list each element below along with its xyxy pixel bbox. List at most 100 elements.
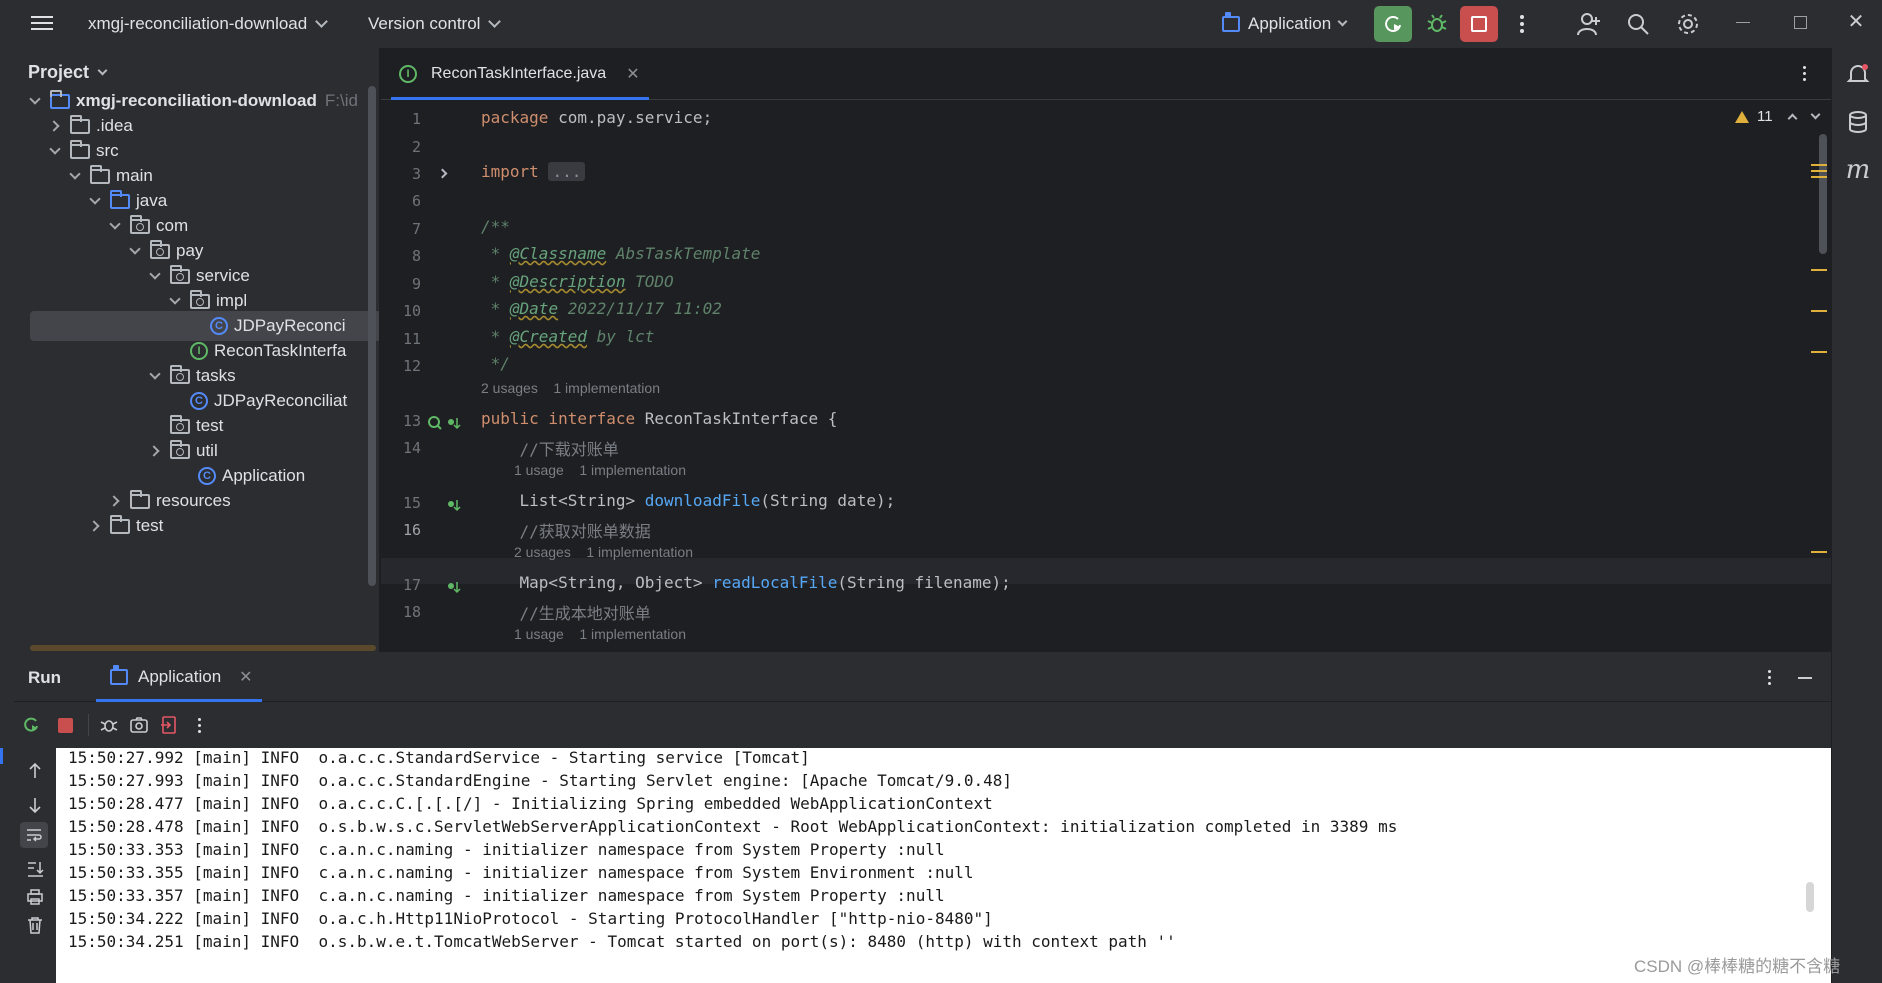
scroll-up-button[interactable] (24, 760, 46, 782)
project-scrollbar[interactable] (368, 86, 376, 586)
stop-button[interactable] (54, 714, 76, 736)
tab-label: ReconTaskInterface.java (431, 65, 607, 82)
window-maximize-button[interactable] (1794, 16, 1807, 29)
scroll-down-button[interactable] (24, 794, 46, 816)
project-horizontal-scrollbar[interactable] (30, 645, 376, 651)
tree-label: test (136, 516, 164, 535)
main-menu-icon[interactable] (28, 12, 56, 36)
expand-arrow-icon[interactable] (147, 444, 162, 458)
soft-wrap-toggle[interactable] (20, 822, 48, 848)
folded-imports[interactable]: ... (548, 162, 586, 181)
tab-recontaskinterface[interactable]: I ReconTaskInterface.java ✕ (381, 48, 649, 100)
more-run-actions-button[interactable] (188, 714, 210, 736)
javadoc-tag: @Date (509, 299, 559, 318)
expand-arrow-icon[interactable] (108, 217, 122, 233)
maven-button[interactable]: m (1844, 155, 1872, 185)
warning-stripe-marker[interactable] (1811, 351, 1827, 353)
code-line-17: Map<String, Object> readLocalFile(String… (481, 573, 1011, 592)
rerun-button[interactable] (1374, 6, 1412, 42)
hide-panel-button[interactable] (1798, 677, 1812, 679)
keyword: import (481, 162, 539, 181)
usages-hint[interactable]: 2 usages 1 implementation (514, 544, 693, 560)
usages-hint[interactable]: 1 usage 1 implementation (514, 626, 686, 642)
window-close-button[interactable]: ✕ (1846, 12, 1866, 32)
console-output[interactable]: 15:50:27.992 [main] INFO o.a.c.c.Standar… (56, 748, 1831, 983)
expand-arrow-icon[interactable] (48, 142, 62, 158)
line-number: 3 (411, 165, 421, 183)
close-tab-icon[interactable]: ✕ (239, 667, 252, 687)
expand-arrow-icon[interactable] (87, 519, 102, 533)
previous-highlight-icon[interactable] (1787, 113, 1798, 124)
rerun-button[interactable] (20, 714, 42, 736)
tab-application-run[interactable]: Application ✕ (96, 652, 262, 702)
more-actions-button[interactable] (1510, 10, 1534, 38)
next-highlight-icon[interactable] (1810, 109, 1821, 119)
scroll-to-end-button[interactable] (24, 858, 46, 880)
fold-toggle-icon[interactable] (437, 168, 448, 179)
expand-arrow-icon[interactable] (148, 367, 162, 383)
database-button[interactable] (1844, 108, 1872, 136)
interface-icon: I (190, 342, 208, 360)
print-button[interactable] (24, 886, 46, 908)
warning-stripe-marker[interactable] (1811, 310, 1827, 312)
editor-scrollbar[interactable] (1819, 134, 1827, 254)
line-number: 9 (411, 275, 421, 293)
usages-hint[interactable]: 1 usage 1 implementation (514, 462, 686, 478)
expand-arrow-icon[interactable] (128, 242, 142, 258)
window-minimize-button[interactable] (1736, 22, 1750, 23)
expand-arrow-icon[interactable] (28, 92, 42, 108)
editor: I ReconTaskInterface.java ✕ 1 2 3 6 7 8 … (381, 48, 1831, 652)
expand-arrow-icon[interactable] (88, 192, 102, 208)
tab-label: Application (138, 667, 222, 686)
expand-arrow-icon[interactable] (168, 292, 182, 308)
code-area[interactable]: package com.pay.service; import ... /** … (481, 102, 1791, 652)
tree-label: pay (176, 241, 204, 260)
expand-arrow-icon[interactable] (68, 167, 82, 183)
code-text: by lct (586, 327, 655, 346)
package-icon (170, 439, 190, 459)
expand-arrow-icon[interactable] (148, 267, 162, 283)
project-selector[interactable]: xmgj-reconciliation-download (88, 8, 329, 40)
usages-hint[interactable]: 2 usages 1 implementation (481, 380, 660, 396)
run-tool-window: Run Application ✕ 15:50:27.992 [main] IN… (14, 652, 1831, 983)
settings-button[interactable] (1672, 8, 1704, 40)
implemented-gutter-icon[interactable] (445, 578, 463, 596)
dump-threads-button[interactable] (128, 714, 150, 736)
console-line: 15:50:33.357 [main] INFO c.a.n.c.naming … (68, 886, 945, 905)
console-side-toolbar (14, 748, 56, 983)
attach-debugger-button[interactable] (98, 714, 120, 736)
project-view-selector[interactable]: Project (28, 62, 108, 83)
notifications-button[interactable] (1844, 60, 1872, 88)
stop-button[interactable] (1460, 6, 1498, 42)
debug-button[interactable] (1418, 6, 1456, 42)
warning-stripe-marker[interactable] (1811, 176, 1827, 178)
class-icon: C (210, 317, 228, 335)
close-tab-icon[interactable]: ✕ (626, 64, 639, 84)
clear-all-button[interactable] (24, 914, 46, 936)
trash-icon (28, 917, 42, 934)
run-panel-options-button[interactable] (1768, 670, 1771, 685)
version-control-menu[interactable]: Version control (368, 8, 502, 40)
editor-more-button[interactable] (1803, 66, 1806, 81)
console-line: 15:50:27.992 [main] INFO o.a.c.c.Standar… (68, 748, 810, 767)
expand-arrow-icon[interactable] (107, 494, 122, 508)
search-button[interactable] (1622, 8, 1654, 40)
warning-stripe-marker[interactable] (1811, 164, 1827, 166)
implemented-gutter-icon[interactable] (427, 414, 463, 432)
line-number: 14 (402, 439, 421, 457)
code-line-7: /** (481, 217, 510, 236)
warning-stripe-marker[interactable] (1811, 170, 1827, 172)
rerun-icon (24, 717, 38, 732)
exit-button[interactable] (158, 714, 180, 736)
warning-stripe-marker[interactable] (1811, 551, 1827, 553)
tree-node-test[interactable]: test (14, 511, 379, 541)
implemented-gutter-icon[interactable] (445, 496, 463, 514)
warning-stripe-marker[interactable] (1811, 269, 1827, 271)
expand-arrow-icon[interactable] (47, 119, 62, 133)
folder-icon (90, 164, 110, 184)
code-line-13: public interface ReconTaskInterface { (481, 409, 837, 428)
run-configuration-selector[interactable]: Application (1222, 8, 1348, 40)
code-with-me-button[interactable] (1573, 8, 1605, 40)
inspection-widget[interactable]: 11 (1735, 108, 1821, 125)
console-scrollbar[interactable] (1806, 882, 1814, 912)
